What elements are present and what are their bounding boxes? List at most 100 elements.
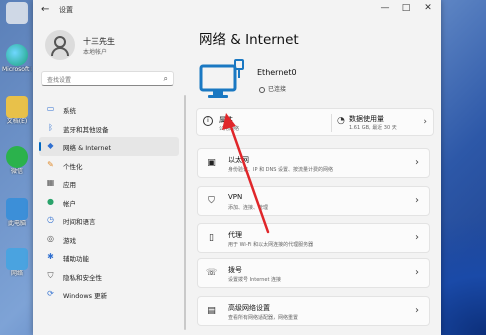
chevron-right-icon: › <box>415 195 419 206</box>
dialup-icon: ☏ <box>206 268 218 278</box>
folder-icon <box>6 96 28 118</box>
desktop-icon-label: 微信 <box>10 168 23 175</box>
ethernet-settings-row[interactable]: ▣ 以太网 身份验证、IP 和 DNS 设置、按流量计费的网络 › <box>197 148 430 178</box>
info-icon: i <box>203 116 213 126</box>
edge-icon <box>6 44 28 66</box>
sidebar-item-accounts[interactable]: ● 帐户 <box>39 193 179 212</box>
close-button[interactable]: ✕ <box>421 3 435 13</box>
sidebar-item-personalization[interactable]: ✎ 个性化 <box>39 156 179 175</box>
setting-title: VPN <box>228 193 243 201</box>
desktop-icon-label: 网络 <box>10 270 23 277</box>
sidebar-item-time-language[interactable]: ◷ 时间和语言 <box>39 211 179 230</box>
desktop-wechat[interactable]: 微信 <box>2 146 32 175</box>
setting-subtitle: 设置拨号 Internet 连接 <box>228 277 282 283</box>
desktop-network[interactable]: 网络 <box>2 248 32 277</box>
time-language-icon: ◷ <box>47 215 54 224</box>
back-button[interactable]: ← <box>41 4 49 15</box>
system-icon: ▭ <box>46 104 55 113</box>
setting-subtitle: 添加、连接、管理 <box>228 205 269 211</box>
chevron-right-icon: › <box>415 305 419 316</box>
sidebar-item-gaming[interactable]: ◎ 游戏 <box>39 230 179 249</box>
card-divider <box>331 114 332 132</box>
bluetooth-icon: ᛒ <box>48 122 53 132</box>
sidebar-item-privacy[interactable]: ⛉ 隐私和安全性 <box>39 267 179 286</box>
sidebar-item-label: Windows 更新 <box>63 292 108 300</box>
page-title: 网络 & Internet <box>199 32 299 48</box>
accounts-icon: ● <box>47 196 54 206</box>
properties-card[interactable]: i 属性 公用网络 ◔ 数据使用量 1.61 GB, 最近 30 天 › <box>196 108 434 136</box>
gaming-icon: ◎ <box>47 233 54 243</box>
adapter-status: 已连接 <box>259 84 286 93</box>
vpn-shield-icon: ⛉ <box>208 196 215 206</box>
search-icon: ⌕ <box>163 74 168 83</box>
vpn-settings-row[interactable]: ⛉ VPN 添加、连接、管理 › <box>197 186 430 216</box>
network-wifi-icon: ◆ <box>47 141 54 150</box>
sidebar-item-label: 蓝牙和其他设备 <box>63 125 109 134</box>
title-bar: ← 设置 — □ ✕ <box>33 0 441 20</box>
personalization-icon: ✎ <box>47 159 54 169</box>
adapter-status-text: 已连接 <box>268 86 287 93</box>
user-name: 十三先生 <box>83 37 115 46</box>
windows-update-icon: ⟳ <box>47 289 54 298</box>
desktop-recycle-bin[interactable] <box>2 2 32 24</box>
recycle-bin-icon <box>6 2 28 24</box>
ethernet-adapter-icon <box>199 59 244 98</box>
sidebar-item-network[interactable]: ◆ 网络 & Internet <box>39 137 179 156</box>
chevron-right-icon: › <box>423 117 427 127</box>
setting-subtitle: 身份验证、IP 和 DNS 设置、按流量计费的网络 <box>228 167 334 173</box>
sidebar-nav: ▭ 系统 ᛒ 蓝牙和其他设备 ◆ 网络 & Internet ✎ 个性化 ▦ 应… <box>39 100 179 304</box>
desktop-icon-label: 文档(E) <box>6 118 28 125</box>
setting-subtitle: 查看所有网络适配器，网络重置 <box>228 315 299 321</box>
data-usage-icon: ◔ <box>337 116 345 126</box>
connected-icon <box>259 86 265 93</box>
sidebar-item-bluetooth[interactable]: ᛒ 蓝牙和其他设备 <box>39 119 179 138</box>
window-title: 设置 <box>59 6 73 14</box>
proxy-settings-row[interactable]: ▯ 代理 用于 Wi-Fi 和以太网连接的代理服务器 › <box>197 223 430 253</box>
maximize-button[interactable]: □ <box>399 3 413 13</box>
data-usage-title: 数据使用量 <box>349 115 384 123</box>
account-type: 本地帐户 <box>83 49 108 56</box>
adapter-name: Ethernet0 <box>257 68 297 77</box>
desktop-folder[interactable]: 文档(E) <box>2 96 32 125</box>
sidebar-item-label: 游戏 <box>63 236 76 245</box>
properties-subtitle: 公用网络 <box>219 126 240 132</box>
desktop-icon-label: Microsoft Edge <box>2 66 32 73</box>
sidebar-item-label: 系统 <box>63 107 76 115</box>
setting-title: 代理 <box>228 231 242 239</box>
this-pc-icon <box>6 198 28 220</box>
sidebar-item-windows-update[interactable]: ⟳ Windows 更新 <box>39 285 179 304</box>
sidebar-item-label: 时间和语言 <box>63 218 96 226</box>
sidebar-item-label: 帐户 <box>63 199 76 208</box>
sidebar-item-accessibility[interactable]: ✱ 辅助功能 <box>39 248 179 267</box>
search-placeholder: 查找设置 <box>47 77 72 84</box>
sidebar-scrollbar[interactable] <box>184 95 186 330</box>
chevron-right-icon: › <box>415 232 419 243</box>
advanced-network-settings-row[interactable]: ▤ 高级网络设置 查看所有网络适配器，网络重置 › <box>197 296 430 326</box>
desktop-edge[interactable]: Microsoft Edge <box>2 44 32 73</box>
sidebar-item-label: 网络 & Internet <box>63 144 112 152</box>
search-input[interactable]: 查找设置 ⌕ <box>41 71 174 86</box>
sidebar-item-apps[interactable]: ▦ 应用 <box>39 174 179 193</box>
avatar[interactable] <box>45 30 75 60</box>
setting-subtitle: 用于 Wi-Fi 和以太网连接的代理服务器 <box>228 242 314 248</box>
chevron-right-icon: › <box>415 267 419 278</box>
chevron-right-icon: › <box>415 157 419 168</box>
sidebar-item-label: 隐私和安全性 <box>63 273 102 282</box>
setting-title: 高级网络设置 <box>228 304 270 312</box>
sidebar-item-label: 应用 <box>63 181 76 189</box>
desktop-this-pc[interactable]: 此电脑 <box>2 198 32 227</box>
wechat-icon <box>6 146 28 168</box>
ethernet-icon: ▣ <box>207 158 216 168</box>
apps-icon: ▦ <box>46 178 55 187</box>
sidebar-item-label: 辅助功能 <box>63 255 89 263</box>
network-icon <box>6 248 28 270</box>
sidebar-item-system[interactable]: ▭ 系统 <box>39 100 179 119</box>
proxy-icon: ▯ <box>209 233 214 243</box>
properties-title: 属性 <box>219 116 233 124</box>
minimize-button[interactable]: — <box>378 3 392 13</box>
setting-title: 拨号 <box>228 266 242 274</box>
privacy-shield-icon: ⛉ <box>47 270 54 280</box>
dialup-settings-row[interactable]: ☏ 拨号 设置拨号 Internet 连接 › <box>197 258 430 288</box>
desktop-icon-label: 此电脑 <box>7 220 26 227</box>
accessibility-icon: ✱ <box>47 252 54 261</box>
